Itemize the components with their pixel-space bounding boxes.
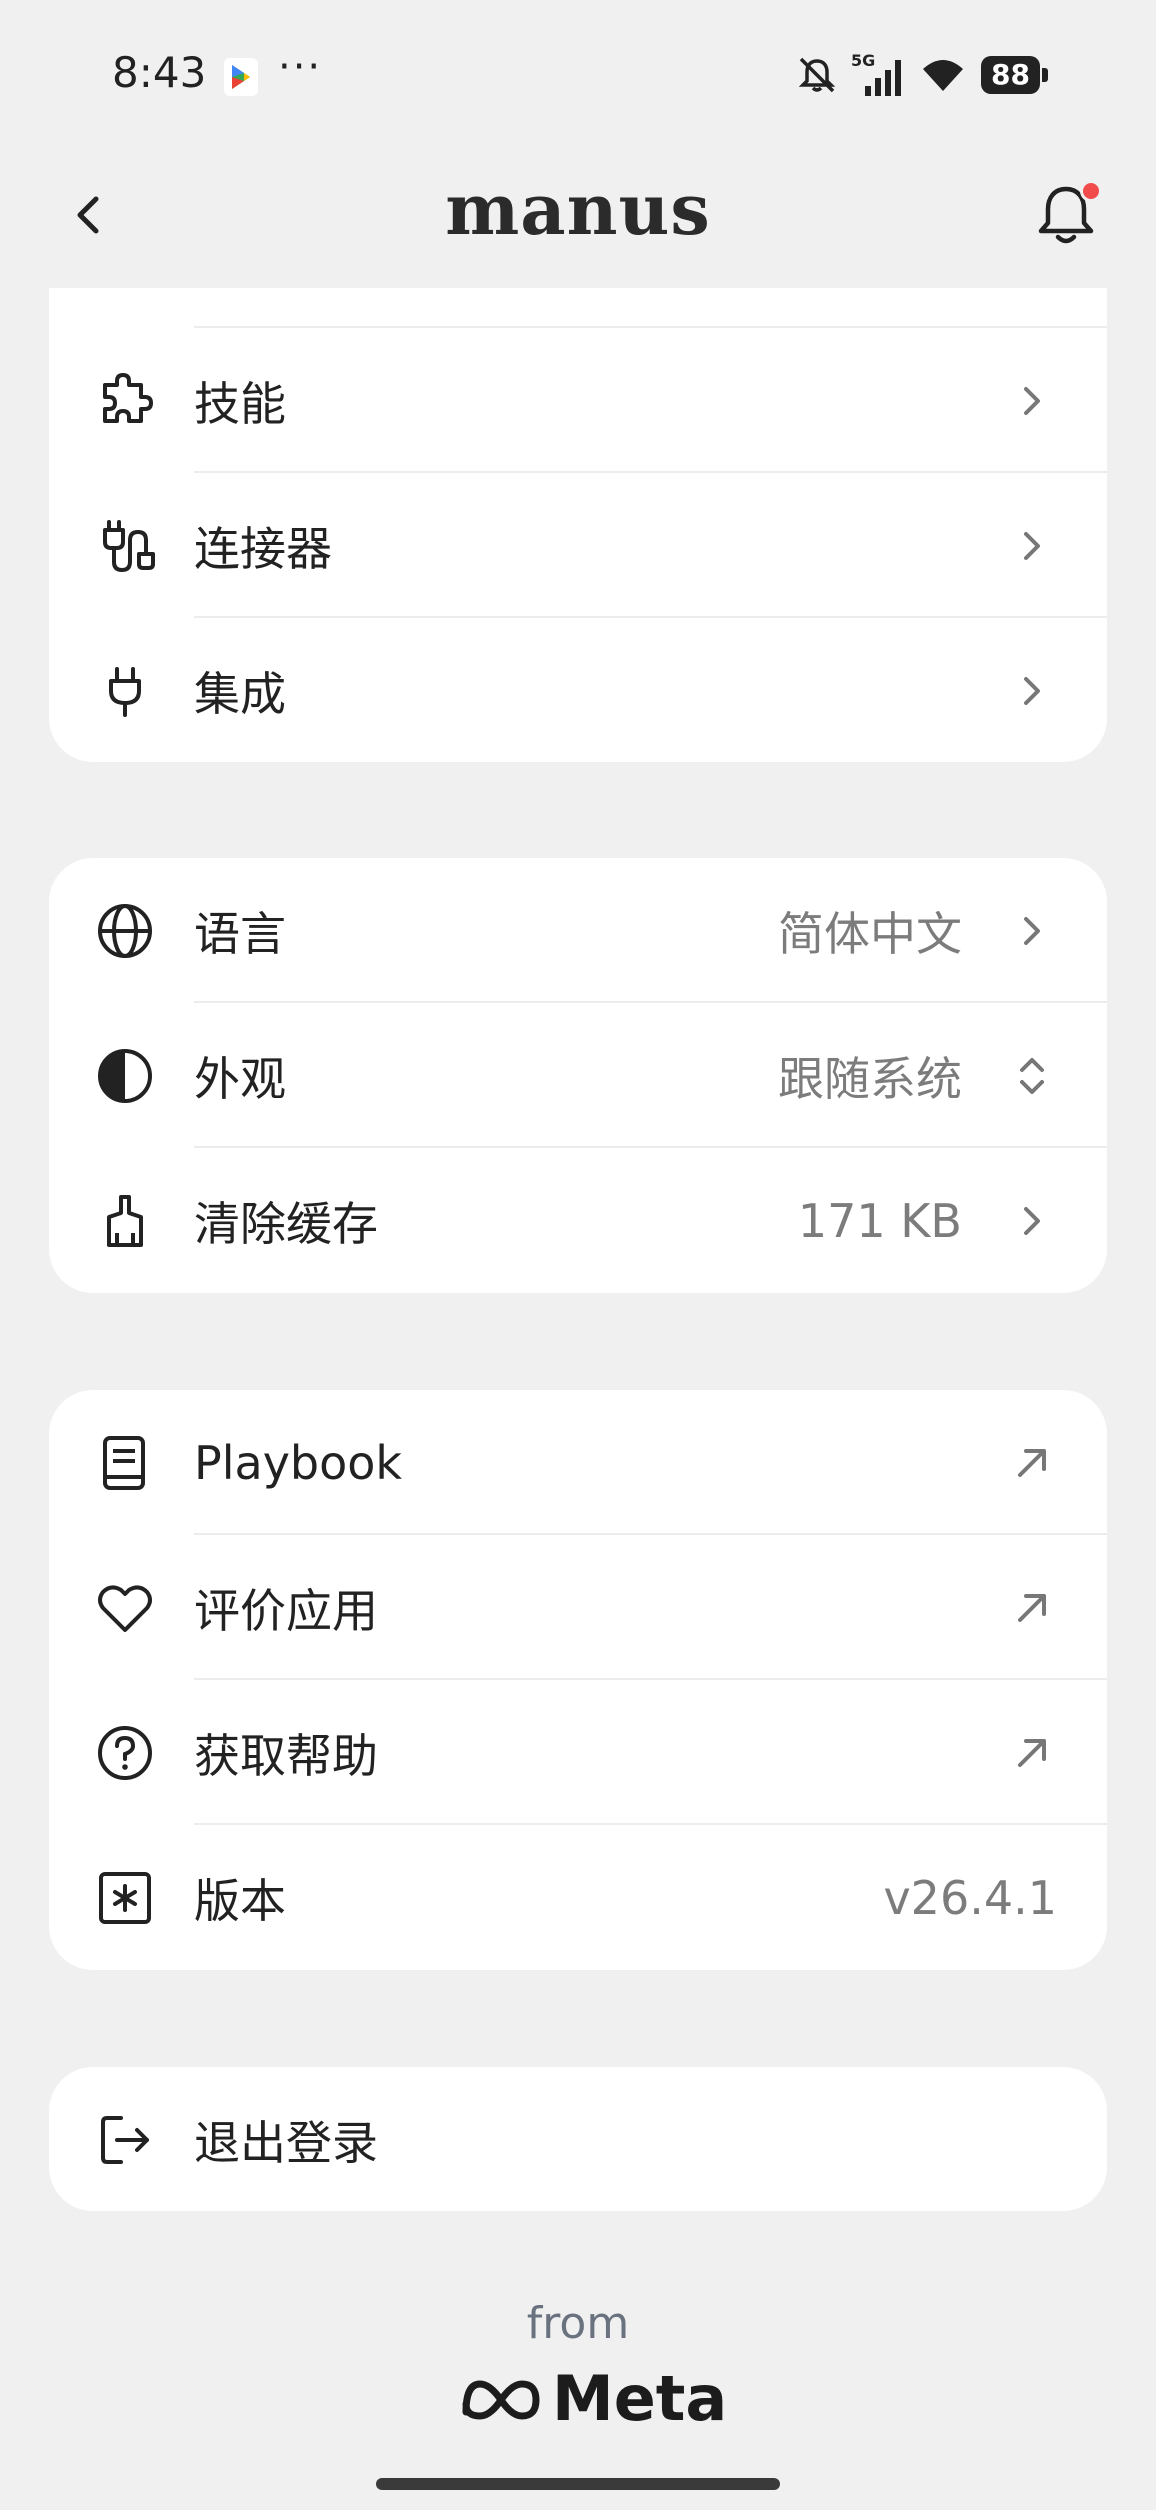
home-indicator[interactable]: [376, 2478, 780, 2490]
settings-row-get-help[interactable]: 获取帮助: [49, 1680, 1107, 1825]
chevron-right-icon: [1024, 386, 1040, 415]
settings-row-label: 清除缓存: [194, 1196, 378, 1251]
chevron-right-icon: [1024, 916, 1040, 945]
chevron-right-icon: [1024, 531, 1040, 560]
settings-row-label: 获取帮助: [194, 1728, 378, 1783]
battery-level: 88: [981, 56, 1040, 94]
chevron-right-icon: [1024, 676, 1040, 705]
asterisk-icon: [95, 1868, 155, 1928]
settings-row-label: 连接器: [194, 521, 332, 576]
logout-button[interactable]: 退出登录: [49, 2067, 1107, 2211]
settings-row-label: 版本: [194, 1873, 286, 1928]
external-link-icon: [1018, 1448, 1046, 1477]
battery-icon: [1042, 68, 1048, 82]
contrast-icon: [95, 1046, 155, 1106]
settings-row-label: 集成: [194, 666, 286, 721]
settings-row-integrations[interactable]: 集成: [49, 618, 1107, 762]
settings-row-version: 版本 v26.4.1: [49, 1825, 1107, 1970]
settings-row-label: Playbook: [194, 1435, 403, 1490]
more-notifications-icon: ···: [278, 44, 323, 90]
external-link-icon: [1018, 1738, 1046, 1767]
signal-icon: 5G: [851, 52, 902, 96]
language-value: 简体中文: [778, 906, 962, 961]
meta-infinity-icon: [462, 2379, 540, 2420]
status-time: 8:43: [112, 48, 207, 97]
preferences-card: 语言 简体中文 外观 跟随系统 清除缓存 171 KB: [49, 858, 1107, 1293]
heart-icon: [95, 1578, 155, 1638]
settings-row-skills[interactable]: 技能: [49, 328, 1107, 473]
settings-row-language[interactable]: 语言 简体中文: [49, 858, 1107, 1003]
meta-logo: Meta: [460, 2362, 727, 2435]
settings-row-playbook[interactable]: Playbook: [49, 1390, 1107, 1535]
status-icons: 5G 88: [797, 50, 1048, 100]
features-card: 技能 连接器 集成: [49, 288, 1107, 762]
settings-row-clear-cache[interactable]: 清除缓存 171 KB: [49, 1148, 1107, 1293]
settings-row-label: 语言: [194, 906, 286, 961]
broom-icon: [95, 1191, 155, 1251]
external-link-icon: [1018, 1593, 1046, 1622]
mute-icon: [798, 57, 836, 93]
settings-row-label: 外观: [194, 1051, 286, 1106]
appearance-value: 跟随系统: [778, 1051, 962, 1106]
svg-text:5G: 5G: [851, 52, 875, 70]
chevron-right-icon: [1024, 1206, 1040, 1235]
app-header: manus: [0, 150, 1156, 280]
book-icon: [95, 1433, 155, 1493]
cache-size-value: 171 KB: [797, 1193, 962, 1248]
logout-card: 退出登录: [49, 2067, 1107, 2211]
app-logo: manus: [445, 168, 711, 251]
status-bar: 8:43 ··· 5G 88: [0, 0, 1156, 150]
notification-badge: [1080, 180, 1102, 202]
globe-icon: [95, 901, 155, 961]
settings-row-label: 评价应用: [194, 1583, 378, 1638]
about-card: Playbook 评价应用 获取帮助 版本 v26.4.1: [49, 1390, 1107, 1970]
settings-row-rate-app[interactable]: 评价应用: [49, 1535, 1107, 1680]
chevron-up-down-icon: [1020, 1057, 1044, 1094]
play-store-icon: [224, 58, 258, 96]
logout-icon: [95, 2110, 155, 2170]
wifi-icon: [923, 60, 964, 91]
logout-label: 退出登录: [194, 2115, 378, 2170]
plug-icon: [95, 661, 155, 721]
help-icon: [95, 1723, 155, 1783]
puzzle-icon: [95, 371, 155, 431]
connector-icon: [95, 516, 155, 576]
settings-row-appearance[interactable]: 外观 跟随系统: [49, 1003, 1107, 1148]
settings-row-connectors[interactable]: 连接器: [49, 473, 1107, 618]
footer-from-text: from: [526, 2298, 630, 2349]
settings-row-label: 技能: [194, 376, 286, 431]
version-value: v26.4.1: [883, 1870, 1057, 1925]
meta-brand-text: Meta: [552, 2362, 728, 2435]
